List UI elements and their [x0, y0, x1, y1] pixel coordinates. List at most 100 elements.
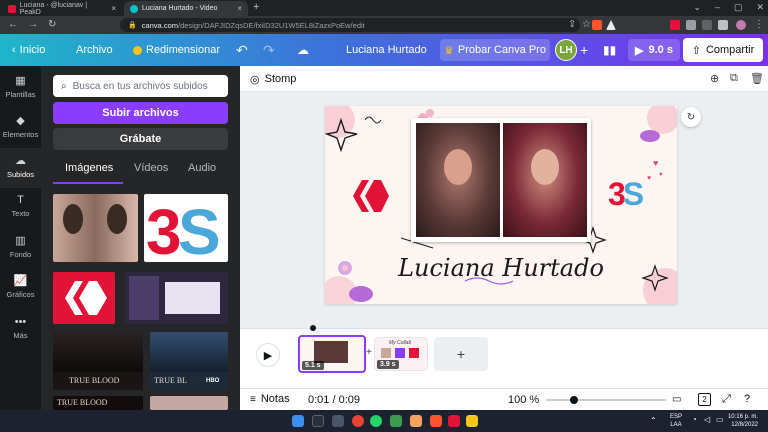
cloud-save-icon[interactable]: ☁: [297, 34, 309, 66]
chart-icon: 📈: [13, 275, 28, 287]
add-collaborator-button[interactable]: +: [580, 34, 588, 66]
forward-icon[interactable]: →: [28, 19, 38, 30]
uploads-panel: ⌕ Busca en tus archivos subidos Subir ar…: [41, 66, 249, 410]
home-button[interactable]: ‹ Inicio: [12, 34, 45, 66]
menu-dots-icon[interactable]: ⋮: [754, 19, 764, 30]
share-page-icon[interactable]: ⇪: [568, 19, 576, 30]
add-page-icon[interactable]: ⊕: [710, 72, 719, 85]
app-icon[interactable]: [448, 415, 460, 427]
fullscreen-icon[interactable]: ⤢: [722, 393, 731, 406]
animation-label: Stomp: [264, 73, 297, 85]
maximize-icon[interactable]: ▢: [734, 2, 743, 13]
zoom-slider-thumb[interactable]: [570, 396, 578, 404]
tab-videos[interactable]: Vídeos: [134, 162, 168, 174]
windows-start-icon[interactable]: [292, 415, 304, 427]
upload-thumbnail-trueblood-hbo[interactable]: TRUE BL HBO: [150, 332, 228, 390]
search-icon[interactable]: [312, 415, 324, 427]
chrome-icon[interactable]: [352, 415, 364, 427]
plus-icon[interactable]: +: [366, 347, 372, 358]
duplicate-page-icon[interactable]: ⧉: [730, 72, 738, 85]
upload-thumbnail-hive[interactable]: [53, 272, 115, 324]
extension-icon[interactable]: [670, 20, 680, 30]
language-indicator[interactable]: ESP LAA: [670, 413, 682, 429]
rail-item-charts[interactable]: 📈 Gráficos: [0, 274, 41, 299]
document-title[interactable]: Luciana Hurtado: [346, 34, 427, 66]
rail-item-text[interactable]: T Texto: [0, 194, 41, 218]
design-workspace: ◎ Stomp ⊕ ⧉ 🗑 ♥ ♥ ♥ 3S Luciana Hurtado ↻…: [240, 66, 768, 332]
reload-icon[interactable]: ↻: [48, 19, 56, 30]
design-slide[interactable]: ♥ ♥ ♥ 3S Luciana Hurtado: [325, 106, 677, 304]
plus-icon[interactable]: +: [253, 1, 259, 13]
rail-item-uploads[interactable]: ☁ Subidos: [0, 148, 41, 188]
upload-thumbnail-trueblood-2[interactable]: TRUE BLOOD: [53, 396, 143, 410]
close-window-icon[interactable]: ✕: [756, 2, 764, 13]
clock[interactable]: 10:16 p. m. 12/8/2022: [724, 413, 758, 429]
grid-view-icon[interactable]: ▭: [672, 394, 681, 405]
task-view-icon[interactable]: [332, 415, 344, 427]
timeline-clip-1[interactable]: 5.1 s: [298, 335, 366, 373]
upload-files-button[interactable]: Subir archivos: [53, 102, 228, 124]
rail-item-elements[interactable]: ◆ Elementos: [0, 114, 41, 139]
avatar[interactable]: LH: [555, 39, 577, 61]
back-icon[interactable]: ←: [8, 19, 18, 30]
rail-item-more[interactable]: ••• Más: [0, 316, 41, 340]
refresh-button[interactable]: ↻: [681, 107, 701, 127]
rail-item-background[interactable]: ▥ Fondo: [0, 234, 41, 259]
file-menu-button[interactable]: Archivo: [76, 34, 113, 66]
upload-thumbnail-trueblood[interactable]: TRUE BLOOD: [53, 332, 143, 390]
wifi-icon[interactable]: ◔: [692, 415, 697, 424]
redo-button[interactable]: ↷: [263, 34, 275, 66]
page-count-button[interactable]: 2: [698, 393, 711, 406]
rail-item-templates[interactable]: ▦ Plantillas: [0, 74, 41, 99]
brave-icon[interactable]: [430, 415, 442, 427]
zoom-label[interactable]: 100 %: [508, 394, 539, 406]
search-input[interactable]: ⌕ Busca en tus archivos subidos: [53, 75, 228, 97]
upload-thumbnail-photo[interactable]: [53, 194, 138, 262]
sticky-notes-icon[interactable]: [466, 415, 478, 427]
chevron-left-icon: ‹: [12, 44, 16, 56]
playhead[interactable]: [310, 325, 316, 331]
trash-icon[interactable]: 🗑: [750, 72, 764, 85]
help-icon[interactable]: ?: [744, 393, 750, 405]
whatsapp-icon[interactable]: [370, 415, 382, 427]
zoom-slider[interactable]: [546, 396, 666, 404]
app-icon[interactable]: [390, 415, 402, 427]
slide-title[interactable]: Luciana Hurtado: [325, 254, 677, 282]
timeline-clip-2[interactable]: My Collab 3.9 s: [374, 337, 428, 371]
resize-button[interactable]: Redimensionar: [133, 34, 220, 66]
battery-icon[interactable]: ▭: [716, 415, 724, 424]
address-bar[interactable]: 🔒 canva.com/design/DAFJIDZqsDE/fxiID32U1…: [120, 18, 580, 32]
upload-thumbnail-screenshot[interactable]: [125, 272, 228, 324]
play-button[interactable]: ▶: [256, 343, 280, 367]
profile-avatar[interactable]: [736, 20, 746, 30]
tab-audio[interactable]: Audio: [188, 162, 216, 174]
photo-frame[interactable]: [411, 118, 591, 242]
try-pro-button[interactable]: ♛ Probar Canva Pro: [440, 39, 550, 61]
animate-button[interactable]: ◎ Stomp: [250, 66, 296, 92]
minimize-icon[interactable]: –: [715, 2, 720, 13]
upload-thumbnail-3s-logo[interactable]: 3 S: [144, 194, 228, 262]
puzzle-icon[interactable]: [702, 20, 712, 30]
tab-images[interactable]: Imágenes: [65, 162, 113, 174]
record-yourself-button[interactable]: Grábate: [53, 128, 228, 150]
upload-thumbnail-portrait[interactable]: [150, 396, 228, 410]
chevron-down-icon[interactable]: ⌄: [693, 2, 701, 13]
share-button[interactable]: ⇧ Compartir: [683, 38, 763, 62]
extension-icon[interactable]: [686, 20, 696, 30]
preview-button[interactable]: ▶ 9.0 s: [628, 39, 680, 61]
folder-icon[interactable]: [410, 415, 422, 427]
star-icon[interactable]: ☆: [582, 19, 591, 30]
notes-button[interactable]: ≡ Notas: [250, 393, 290, 405]
browser-tab-peakd[interactable]: Luciana - @lucianav | PeakD ×: [2, 1, 122, 16]
chevron-up-icon[interactable]: ⌃: [650, 416, 657, 425]
close-icon[interactable]: ×: [111, 4, 116, 13]
insights-button[interactable]: ▮▮: [603, 34, 616, 66]
brave-icon[interactable]: [592, 20, 602, 30]
sidebar-icon[interactable]: [718, 20, 728, 30]
browser-tab-canva[interactable]: Luciana Hurtado - Video ×: [124, 1, 248, 16]
undo-button[interactable]: ↶: [236, 34, 248, 66]
brave-rewards-icon[interactable]: [606, 20, 616, 30]
add-clip-button[interactable]: +: [434, 337, 488, 371]
close-icon[interactable]: ×: [237, 4, 242, 13]
volume-icon[interactable]: ◁: [704, 415, 710, 424]
